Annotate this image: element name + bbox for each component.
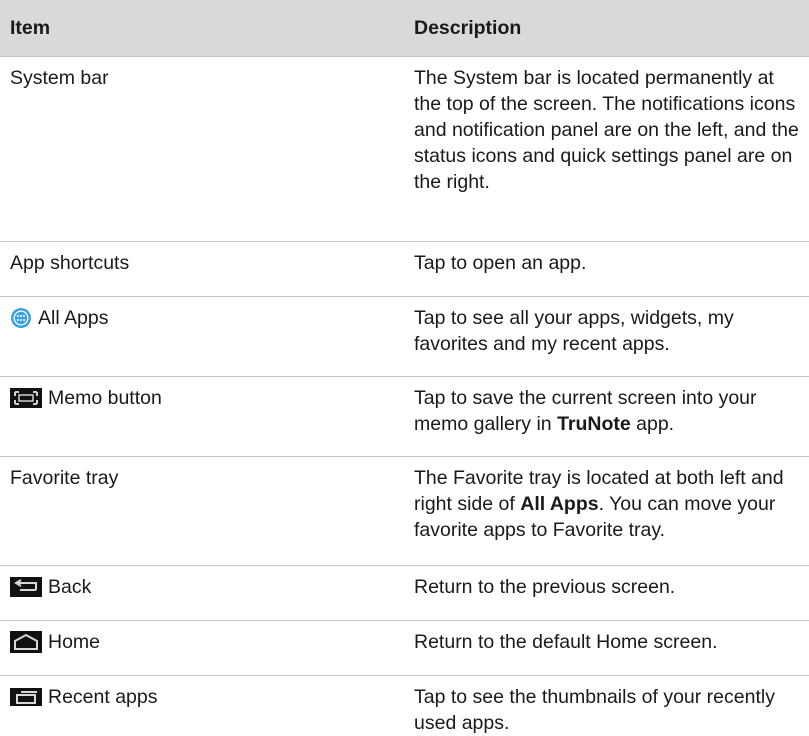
all-apps-icon <box>10 307 32 329</box>
row-item: Favorite tray <box>10 467 119 489</box>
row-item: App shortcuts <box>10 252 130 274</box>
row-description: Tap to open an app. <box>414 252 587 274</box>
row-description: Return to the default Home screen. <box>414 631 718 653</box>
row-item: Back <box>48 576 92 598</box>
table-row: Home Return to the default Home screen. <box>0 621 809 676</box>
table-header: Item Description <box>0 0 809 57</box>
back-icon <box>10 577 42 597</box>
home-icon <box>10 631 42 653</box>
row-item: All Apps <box>38 307 109 329</box>
recent-apps-icon <box>10 688 42 706</box>
row-description: The Favorite tray is located at both lef… <box>414 467 784 541</box>
all-apps-bold: All Apps <box>520 493 599 515</box>
row-item: Memo button <box>48 387 162 409</box>
table-row: System bar The System bar is located per… <box>0 57 809 242</box>
row-item: Recent apps <box>48 686 158 708</box>
row-description: The System bar is located permanently at… <box>414 67 799 193</box>
table-row: All Apps Tap to see all your apps, widge… <box>0 297 809 377</box>
memo-icon <box>10 388 42 408</box>
row-description: Tap to see all your apps, widgets, my fa… <box>414 307 734 355</box>
table-row: Memo button Tap to save the current scre… <box>0 377 809 457</box>
trunote-bold: TruNote <box>557 413 631 435</box>
row-description: Tap to see the thumbnails of your recent… <box>414 686 775 734</box>
row-item: System bar <box>10 67 109 89</box>
row-item: Home <box>48 631 101 653</box>
table-row: Favorite tray The Favorite tray is locat… <box>0 457 809 566</box>
table-row: Back Return to the previous screen. <box>0 566 809 621</box>
feature-table: Item Description System bar The System b… <box>0 0 809 734</box>
table-row: Recent apps Tap to see the thumbnails of… <box>0 676 809 734</box>
header-description: Description <box>414 16 522 39</box>
row-description: Return to the previous screen. <box>414 576 676 598</box>
row-description: Tap to save the current screen into your… <box>414 387 757 435</box>
header-item: Item <box>10 16 51 39</box>
table-row: App shortcuts Tap to open an app. <box>0 242 809 297</box>
